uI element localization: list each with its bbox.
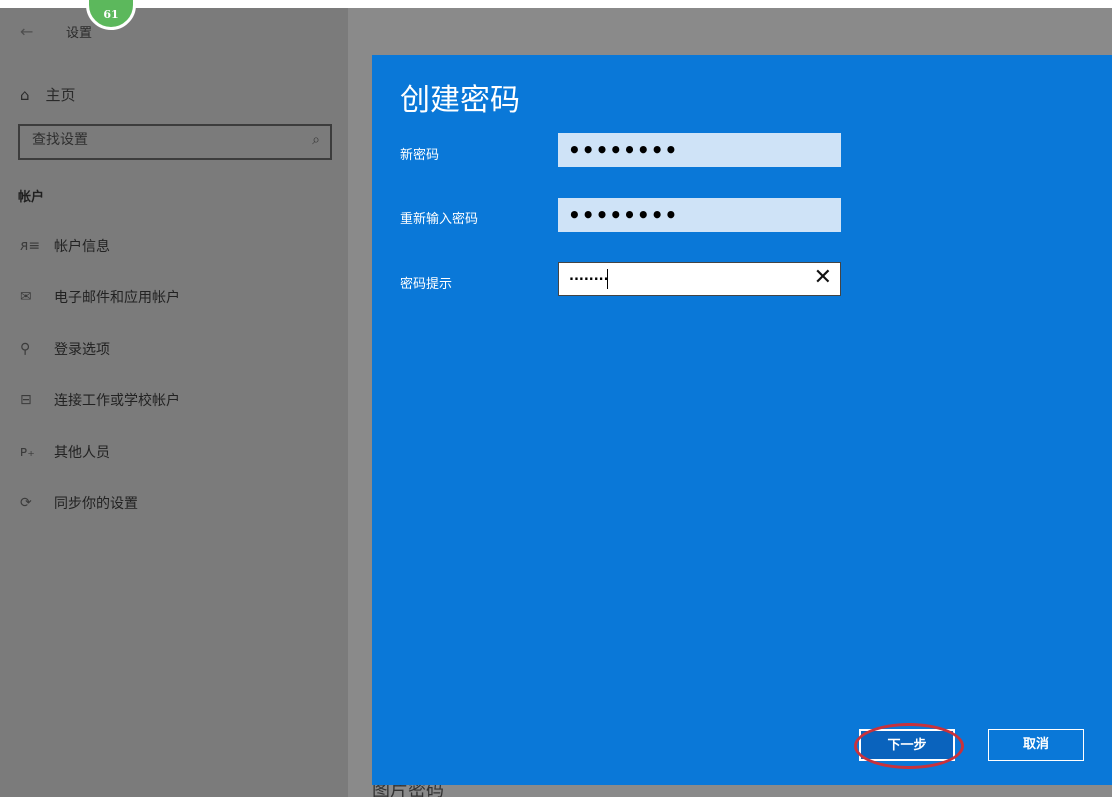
back-arrow-icon[interactable]: ← — [20, 22, 33, 41]
confirm-password-label: 重新输入密码 — [400, 212, 479, 227]
clear-icon[interactable]: ✕ — [814, 265, 832, 290]
sidebar-item-label: 连接工作或学校帐户 — [54, 393, 180, 410]
sidebar-item-label: 其他人员 — [54, 444, 110, 461]
search-input[interactable] — [32, 132, 282, 148]
mail-icon: ✉ — [20, 289, 32, 306]
confirm-password-field[interactable]: •••••••• — [558, 198, 841, 232]
new-password-field[interactable]: •••••••• — [558, 133, 841, 167]
sidebar-item-label: 同步你的设置 — [54, 496, 138, 513]
sidebar-item-label: 帐户信息 — [54, 238, 110, 255]
search-box[interactable]: ⌕ — [18, 124, 332, 160]
create-password-dialog: 创建密码 新密码 •••••••• 重新输入密码 •••••••• 密码提示 .… — [372, 55, 1112, 785]
text-caret — [607, 269, 608, 289]
sync-icon: ⟳ — [20, 495, 32, 512]
key-icon: ⚲ — [20, 340, 31, 357]
home-icon: ⌂ — [20, 85, 30, 104]
sidebar-item-home[interactable]: ⌂ 主页 — [20, 84, 76, 105]
password-hint-label: 密码提示 — [400, 277, 453, 292]
add-person-icon: ᴘ₊ — [20, 443, 35, 460]
sidebar-item-email-accounts[interactable]: ✉ 电子邮件和应用帐户 — [0, 272, 348, 324]
person-card-icon: ᴙ≡ — [20, 237, 41, 254]
app-title: 设置 — [66, 26, 93, 41]
sidebar-item-label: 登录选项 — [54, 341, 110, 358]
highlight-annotation — [854, 723, 964, 769]
briefcase-icon: ⊟ — [20, 392, 32, 409]
sidebar-item-label: 主页 — [45, 86, 76, 104]
section-title: 帐户 — [18, 190, 45, 205]
sidebar-item-sync-settings[interactable]: ⟳ 同步你的设置 — [0, 478, 348, 530]
search-icon[interactable]: ⌕ — [312, 132, 320, 148]
top-strip — [0, 0, 1112, 8]
background-text-fragment: 图片密码 — [372, 785, 444, 797]
sidebar-item-account-info[interactable]: ᴙ≡ 帐户信息 — [0, 220, 348, 272]
password-hint-value: ........ — [569, 269, 609, 284]
dialog-title: 创建密码 — [400, 83, 520, 118]
sidebar-nav: ᴙ≡ 帐户信息 ✉ 电子邮件和应用帐户 ⚲ 登录选项 ⊟ 连接工作或学校帐户 ᴘ… — [0, 220, 348, 529]
new-password-label: 新密码 — [400, 148, 440, 163]
sidebar-item-work-school[interactable]: ⊟ 连接工作或学校帐户 — [0, 375, 348, 427]
cancel-button[interactable]: 取消 — [988, 729, 1084, 761]
sidebar-item-sign-in-options[interactable]: ⚲ 登录选项 — [0, 323, 348, 375]
sidebar-item-other-people[interactable]: ᴘ₊ 其他人员 — [0, 426, 348, 478]
settings-sidebar: ← 设置 ⌂ 主页 ⌕ 帐户 ᴙ≡ 帐户信息 ✉ 电子邮件和应用帐户 ⚲ 登录选… — [0, 8, 348, 797]
password-hint-field[interactable]: ........ ✕ — [558, 262, 841, 296]
sidebar-item-label: 电子邮件和应用帐户 — [54, 290, 180, 307]
